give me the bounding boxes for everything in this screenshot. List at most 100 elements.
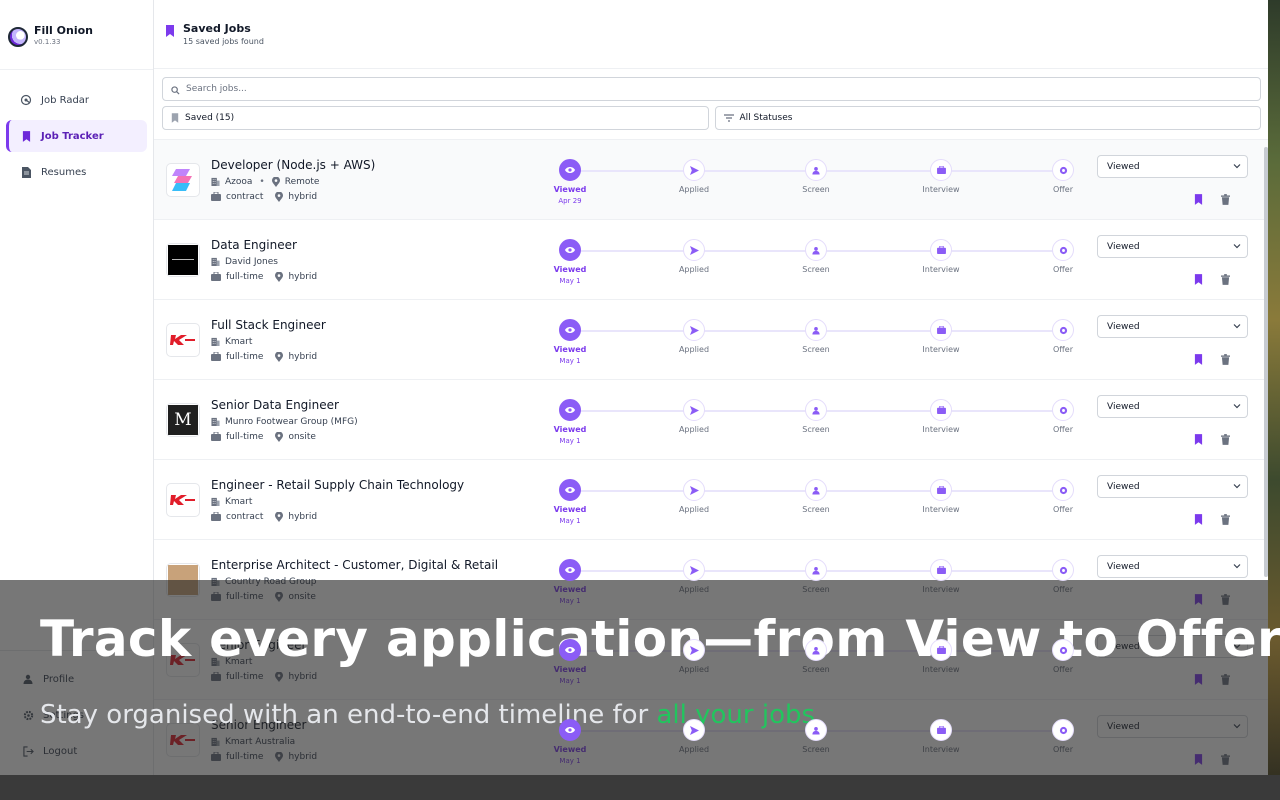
status-select[interactable]: Viewed	[1097, 395, 1248, 418]
briefcase-icon[interactable]	[930, 159, 952, 181]
status-select[interactable]: Viewed	[1097, 235, 1248, 258]
offer-badge-icon[interactable]	[1052, 399, 1074, 421]
offer-badge-icon[interactable]	[1052, 159, 1074, 181]
stage-screen[interactable]: Screen	[786, 239, 846, 274]
eye-icon[interactable]	[559, 719, 581, 741]
stage-interview[interactable]: Interview	[911, 399, 971, 434]
send-icon[interactable]	[683, 479, 705, 501]
send-icon[interactable]	[683, 239, 705, 261]
user-icon[interactable]	[805, 159, 827, 181]
stage-viewed[interactable]: Viewed Apr 29	[540, 159, 600, 205]
eye-icon[interactable]	[559, 399, 581, 421]
stage-screen[interactable]: Screen	[786, 479, 846, 514]
nav-item-job-tracker[interactable]: Job Tracker	[6, 120, 147, 152]
stage-offer[interactable]: Offer	[1033, 399, 1093, 434]
job-title[interactable]: Developer (Node.js + AWS)	[211, 158, 541, 172]
user-icon[interactable]	[805, 239, 827, 261]
eye-icon[interactable]	[559, 319, 581, 341]
send-icon[interactable]	[683, 319, 705, 341]
briefcase-icon[interactable]	[930, 719, 952, 741]
saved-filter[interactable]: Saved (15)	[162, 106, 709, 130]
delete-button[interactable]	[1221, 270, 1230, 289]
stage-viewed[interactable]: Viewed May 1	[540, 319, 600, 365]
job-row[interactable]: Developer (Node.js + AWS) Azooa • Remote con…	[154, 140, 1268, 220]
briefcase-icon[interactable]	[930, 639, 952, 661]
stage-offer[interactable]: Offer	[1033, 319, 1093, 354]
send-icon[interactable]	[683, 639, 705, 661]
nav-item-resumes[interactable]: Resumes	[6, 156, 147, 188]
status-select[interactable]: Viewed	[1097, 155, 1248, 178]
send-icon[interactable]	[683, 399, 705, 421]
bookmark-button[interactable]	[1194, 350, 1203, 369]
offer-badge-icon[interactable]	[1052, 239, 1074, 261]
send-icon[interactable]	[683, 719, 705, 741]
stage-screen[interactable]: Screen	[786, 159, 846, 194]
stage-screen[interactable]: Screen	[786, 319, 846, 354]
offer-badge-icon[interactable]	[1052, 559, 1074, 581]
user-icon[interactable]	[805, 559, 827, 581]
eye-icon[interactable]	[559, 479, 581, 501]
nav-item-job-radar[interactable]: Job Radar	[6, 84, 147, 116]
eye-icon[interactable]	[559, 559, 581, 581]
briefcase-icon[interactable]	[930, 319, 952, 341]
send-icon[interactable]	[683, 559, 705, 581]
user-icon[interactable]	[805, 719, 827, 741]
offer-badge-icon[interactable]	[1052, 639, 1074, 661]
job-title[interactable]: Full Stack Engineer	[211, 318, 541, 332]
job-title[interactable]: Engineer - Retail Supply Chain Technolog…	[211, 478, 541, 492]
stage-offer[interactable]: Offer	[1033, 239, 1093, 274]
stage-applied[interactable]: Applied	[664, 319, 724, 354]
job-row[interactable]: Data Engineer David Jones full-time hybrid V…	[154, 220, 1268, 300]
offer-badge-icon[interactable]	[1052, 719, 1074, 741]
offer-badge-icon[interactable]	[1052, 479, 1074, 501]
stage-interview[interactable]: Interview	[911, 159, 971, 194]
bookmark-button[interactable]	[1194, 510, 1203, 529]
bookmark-button[interactable]	[1194, 430, 1203, 449]
search-input[interactable]	[186, 84, 1086, 94]
search-box[interactable]	[162, 77, 1261, 101]
stage-interview[interactable]: Interview	[911, 239, 971, 274]
stage-applied[interactable]: Applied	[664, 399, 724, 434]
status-select[interactable]: Viewed	[1097, 475, 1248, 498]
user-icon[interactable]	[805, 399, 827, 421]
job-row[interactable]: Full Stack Engineer Kmart full-time hybrid V…	[154, 300, 1268, 380]
stage-viewed[interactable]: Viewed May 1	[540, 479, 600, 525]
stage-applied[interactable]: Applied	[664, 159, 724, 194]
job-title[interactable]: Enterprise Architect - Customer, Digital…	[211, 558, 541, 572]
bookmark-button[interactable]	[1194, 270, 1203, 289]
eye-icon[interactable]	[559, 239, 581, 261]
briefcase-icon[interactable]	[930, 559, 952, 581]
eye-icon[interactable]	[559, 159, 581, 181]
stage-screen[interactable]: Screen	[786, 399, 846, 434]
stage-viewed[interactable]: Viewed May 1	[540, 239, 600, 285]
job-row[interactable]: M Senior Data Engineer Munro Footwear Grou…	[154, 380, 1268, 460]
stage-applied[interactable]: Applied	[664, 239, 724, 274]
briefcase-icon[interactable]	[930, 479, 952, 501]
briefcase-icon[interactable]	[930, 239, 952, 261]
status-filter[interactable]: All Statuses	[714, 106, 1261, 130]
briefcase-icon[interactable]	[930, 399, 952, 421]
status-select[interactable]: Viewed	[1097, 555, 1248, 578]
stage-offer[interactable]: Offer	[1033, 159, 1093, 194]
job-title[interactable]: Data Engineer	[211, 238, 541, 252]
user-icon[interactable]	[805, 479, 827, 501]
bookmark-button[interactable]	[1194, 190, 1203, 209]
delete-button[interactable]	[1221, 510, 1230, 529]
delete-button[interactable]	[1221, 430, 1230, 449]
stage-applied[interactable]: Applied	[664, 479, 724, 514]
offer-badge-icon[interactable]	[1052, 319, 1074, 341]
stage-viewed[interactable]: Viewed May 1	[540, 399, 600, 445]
stage-interview[interactable]: Interview	[911, 479, 971, 514]
user-icon[interactable]	[805, 319, 827, 341]
job-row[interactable]: Engineer - Retail Supply Chain Technolog…	[154, 460, 1268, 540]
delete-button[interactable]	[1221, 350, 1230, 369]
eye-icon[interactable]	[559, 639, 581, 661]
delete-button[interactable]	[1221, 190, 1230, 209]
stage-interview[interactable]: Interview	[911, 319, 971, 354]
status-select[interactable]: Viewed	[1097, 315, 1248, 338]
user-icon[interactable]	[805, 639, 827, 661]
stage-offer[interactable]: Offer	[1033, 479, 1093, 514]
company-name: Kmart	[225, 336, 253, 347]
job-title[interactable]: Senior Data Engineer	[211, 398, 541, 412]
send-icon[interactable]	[683, 159, 705, 181]
